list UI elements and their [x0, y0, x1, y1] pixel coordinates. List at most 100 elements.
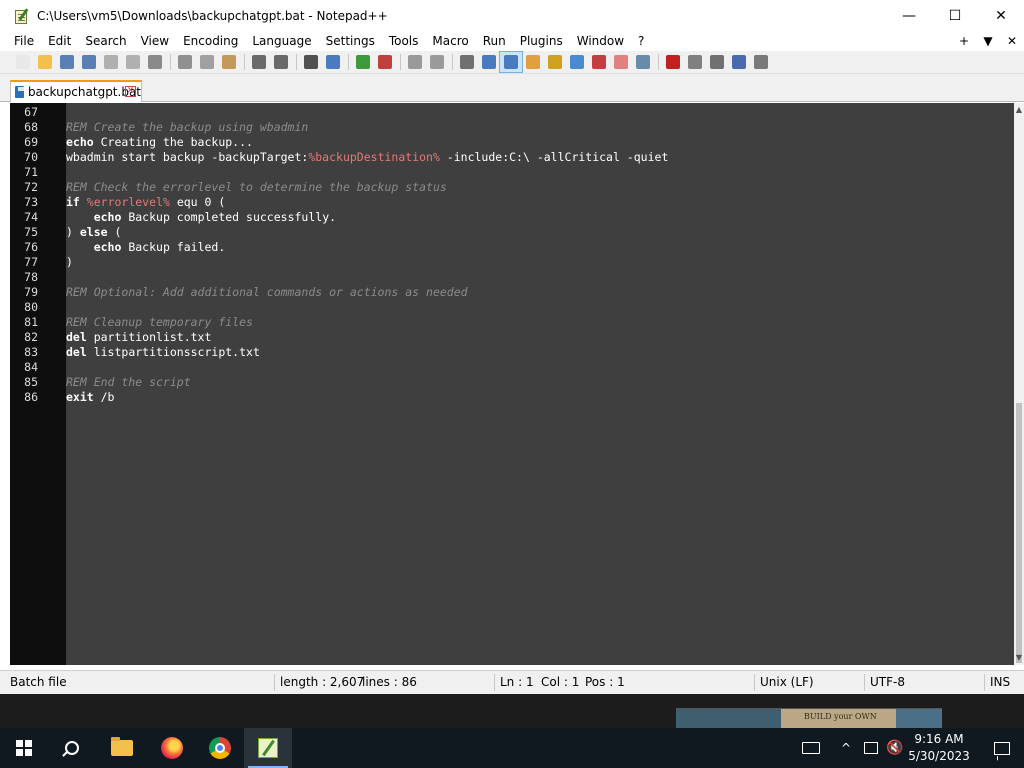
menu-search[interactable]: Search	[78, 31, 133, 51]
menu-edit[interactable]: Edit	[41, 31, 78, 51]
close-button[interactable]: ✕	[978, 0, 1024, 31]
function-list-button[interactable]	[588, 52, 610, 72]
redo-button[interactable]	[270, 52, 292, 72]
code-line[interactable]: 70 wbadmin start backup -backupTarget:%ba…	[10, 150, 1014, 165]
menu-file[interactable]: File	[0, 31, 41, 51]
macro-record-button[interactable]	[662, 52, 684, 72]
new-file-button[interactable]	[12, 52, 34, 72]
menu-language[interactable]: Language	[245, 31, 318, 51]
zoom-in-button[interactable]	[352, 52, 374, 72]
code-line[interactable]: 79 REM Optional: Add additional commands …	[10, 285, 1014, 300]
line-text: REM End the script	[66, 375, 191, 390]
document-map-button[interactable]	[544, 52, 566, 72]
scroll-thumb[interactable]	[1016, 403, 1022, 663]
code-line[interactable]: 83 del listpartitionsscript.txt	[10, 345, 1014, 360]
macro-stop-button[interactable]	[684, 52, 706, 72]
folder-as-workspace-button[interactable]	[610, 52, 632, 72]
tab-close-icon[interactable]: ✕	[125, 86, 136, 97]
keyboard-icon	[802, 742, 820, 754]
status-encoding[interactable]: UTF-8	[870, 671, 905, 694]
word-wrap-button[interactable]	[456, 52, 478, 72]
code-line[interactable]: 82 del partitionlist.txt	[10, 330, 1014, 345]
scroll-up-arrow[interactable]: ▲	[1015, 105, 1023, 115]
status-bar: Batch file length : 2,607 lines : 86 Ln …	[0, 670, 1024, 694]
code-line[interactable]: 78	[10, 270, 1014, 285]
clock[interactable]: 9:16 AM 5/30/2023	[906, 731, 972, 765]
code-line[interactable]: 85 REM End the script	[10, 375, 1014, 390]
code-line[interactable]: 77)	[10, 255, 1014, 270]
code-line[interactable]: 69 echo Creating the backup...	[10, 135, 1014, 150]
menu-plugins[interactable]: Plugins	[513, 31, 570, 51]
print-button[interactable]	[144, 52, 166, 72]
replace-button[interactable]	[322, 52, 344, 72]
code-line[interactable]: 67	[10, 105, 1014, 120]
code-line[interactable]: 76 echo Backup failed.	[10, 240, 1014, 255]
code-line[interactable]: 86 exit /b	[10, 390, 1014, 405]
code-line[interactable]: 68 REM Create the backup using wbadmin	[10, 120, 1014, 135]
start-button[interactable]	[0, 728, 48, 768]
open-file-button[interactable]	[34, 52, 56, 72]
vertical-scrollbar[interactable]: ▲ ▼	[1014, 103, 1024, 665]
show-all-characters-button[interactable]	[478, 52, 500, 72]
sync-vertical-button[interactable]	[404, 52, 426, 72]
code-editor[interactable]: 67 68 REM Create the backup using wbadmin 6…	[10, 103, 1014, 665]
firefox-button[interactable]	[148, 728, 196, 768]
user-defined-language-button[interactable]	[522, 52, 544, 72]
menu-window[interactable]: Window	[570, 31, 631, 51]
paste-button[interactable]	[218, 52, 240, 72]
menu-macro[interactable]: Macro	[425, 31, 475, 51]
copy-button[interactable]	[196, 52, 218, 72]
zoom-out-button[interactable]	[374, 52, 396, 72]
code-line[interactable]: 73 if %errorlevel% equ 0 (	[10, 195, 1014, 210]
status-length: length : 2,607	[280, 675, 365, 689]
code-line[interactable]: 84	[10, 360, 1014, 375]
code-line[interactable]: 80	[10, 300, 1014, 315]
code-line[interactable]: 74 echo Backup completed successfully.	[10, 210, 1014, 225]
find-button[interactable]	[300, 52, 322, 72]
menu-run[interactable]: Run	[476, 31, 513, 51]
network-button[interactable]	[860, 728, 882, 768]
touch-keyboard-button[interactable]	[796, 728, 826, 768]
volume-button[interactable]: 🔇	[884, 728, 906, 768]
undo-button[interactable]	[248, 52, 270, 72]
tab-list-dropdown[interactable]: ▼	[976, 34, 1000, 48]
tab-backupchatgpt[interactable]: backupchatgpt.bat ✕	[10, 80, 142, 102]
search-button[interactable]	[48, 728, 96, 768]
scroll-down-arrow[interactable]: ▼	[1015, 653, 1023, 663]
menu-help[interactable]: ?	[631, 31, 651, 51]
chrome-button[interactable]	[196, 728, 244, 768]
menu-settings[interactable]: Settings	[319, 31, 382, 51]
minimize-button[interactable]: —	[886, 0, 932, 31]
macro-play-button[interactable]	[706, 52, 728, 72]
code-line[interactable]: 81 REM Cleanup temporary files	[10, 315, 1014, 330]
indent-guide-button[interactable]	[499, 51, 523, 73]
monitoring-button[interactable]	[632, 52, 654, 72]
code-line[interactable]: 72 REM Check the errorlevel to determine …	[10, 180, 1014, 195]
close-all-button[interactable]	[122, 52, 144, 72]
macro-play-multiple-button[interactable]	[728, 52, 750, 72]
code-line[interactable]: 75) else (	[10, 225, 1014, 240]
close-button[interactable]	[100, 52, 122, 72]
notifications-button[interactable]	[980, 728, 1024, 768]
status-eol[interactable]: Unix (LF)	[760, 671, 814, 694]
code-comment: REM Create the backup using wbadmin	[66, 120, 309, 134]
save-all-button[interactable]	[78, 52, 100, 72]
sync-horizontal-button[interactable]	[426, 52, 448, 72]
code-keyword: else	[79, 225, 108, 239]
zoom-in-icon	[356, 55, 370, 69]
cut-button[interactable]	[174, 52, 196, 72]
new-tab-button[interactable]: +	[952, 34, 976, 48]
macro-save-button[interactable]	[750, 52, 772, 72]
menu-encoding[interactable]: Encoding	[176, 31, 245, 51]
close-document-button[interactable]: ✕	[1000, 34, 1024, 48]
save-button[interactable]	[56, 52, 78, 72]
menu-tools[interactable]: Tools	[382, 31, 426, 51]
code-keyword: if	[66, 195, 80, 209]
maximize-button[interactable]: ☐	[932, 0, 978, 31]
file-explorer-button[interactable]	[98, 728, 146, 768]
notepad-plus-plus-taskbar-button[interactable]	[244, 728, 292, 768]
menu-view[interactable]: View	[134, 31, 176, 51]
document-list-button[interactable]	[566, 52, 588, 72]
show-hidden-icons-button[interactable]: ^	[836, 728, 856, 768]
code-line[interactable]: 71	[10, 165, 1014, 180]
